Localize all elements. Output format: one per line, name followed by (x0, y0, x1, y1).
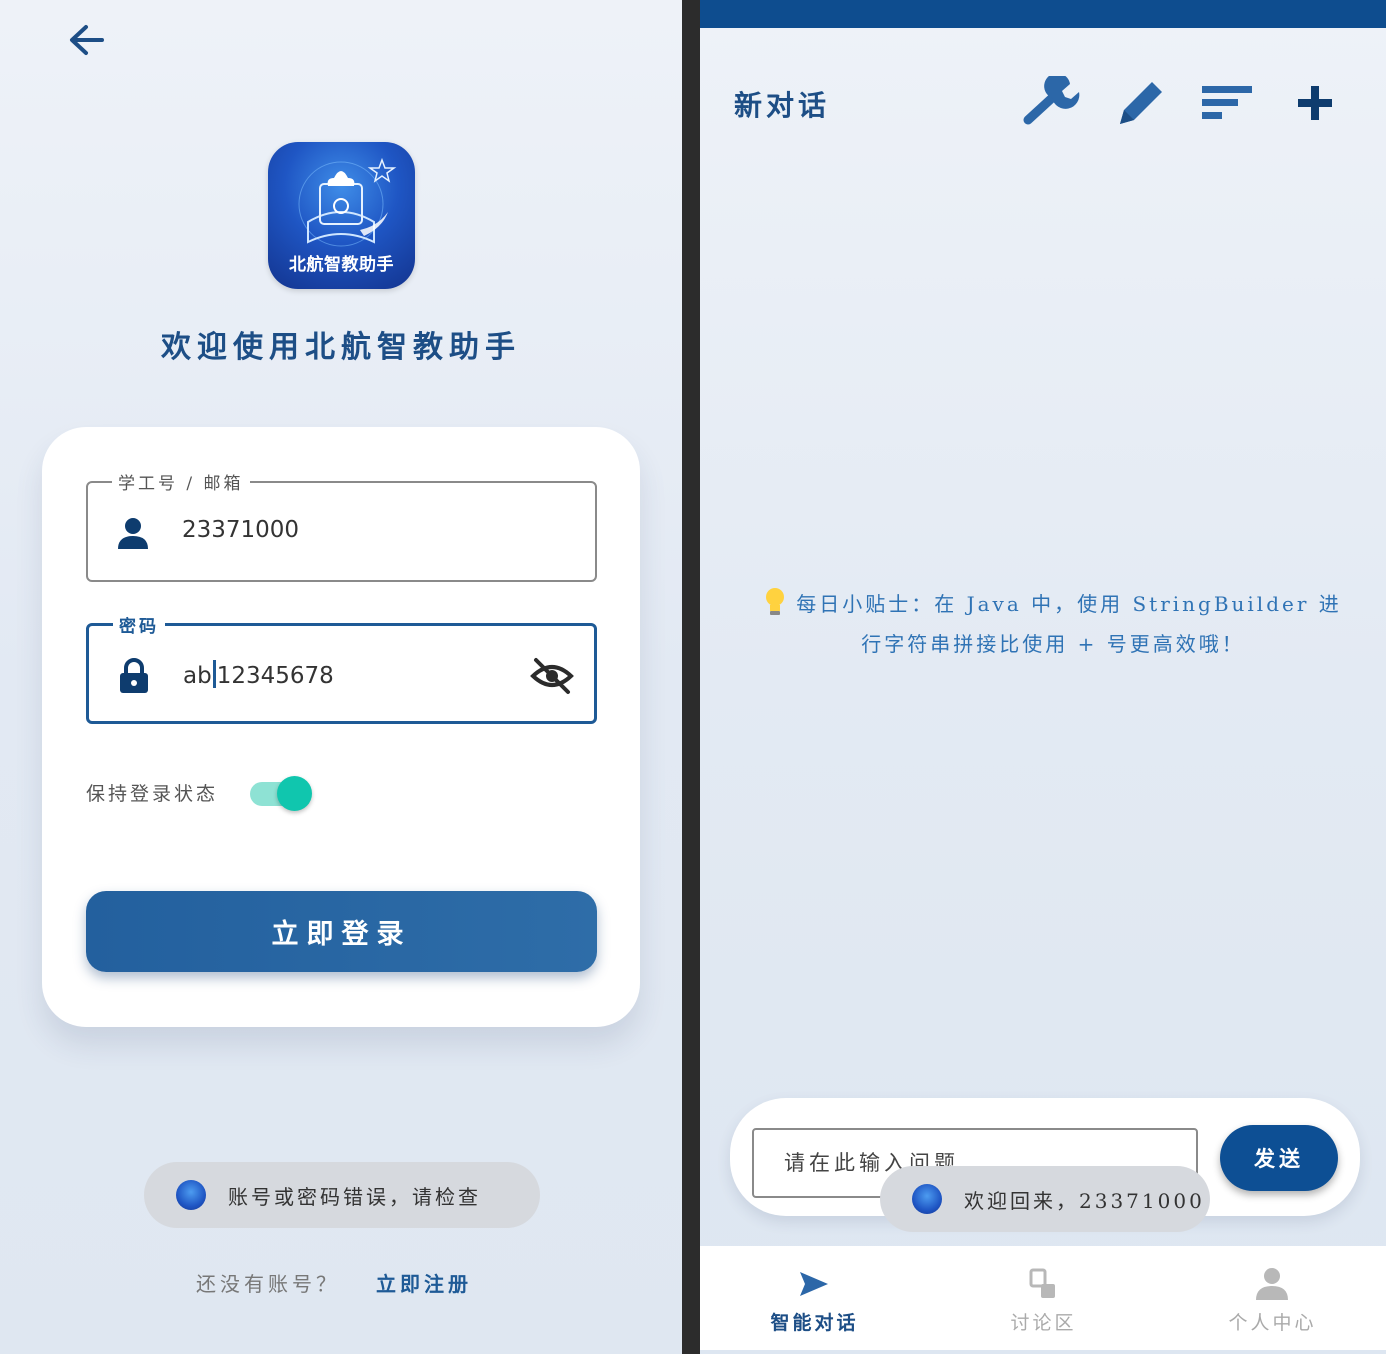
error-toast-text: 账号或密码错误，请检查 (228, 1184, 481, 1209)
nav-item-forum[interactable]: 讨论区 (929, 1246, 1158, 1350)
password-text-before: ab (183, 663, 212, 689)
remember-login-toggle[interactable] (250, 776, 312, 811)
username-field[interactable]: 学工号 / 邮箱 23371000 (86, 469, 597, 582)
nav-label: 智能对话 (770, 1312, 859, 1334)
register-link[interactable]: 立即注册 (376, 1268, 472, 1297)
back-arrow-icon[interactable] (66, 22, 106, 58)
person-icon (1256, 1268, 1288, 1300)
register-prompt: 还没有账号？ (196, 1272, 340, 1296)
remember-login-label: 保持登录状态 (86, 783, 219, 805)
chat-screen: 新对话 每日小贴士：在 Java 中，使用 StringBuilder 进 行字… (700, 0, 1386, 1354)
username-label: 学工号 / 邮箱 (112, 469, 250, 494)
sort-icon[interactable] (1198, 76, 1256, 130)
chat-title: 新对话 (734, 89, 831, 122)
password-field[interactable]: 密码 ab 12345678 (86, 612, 597, 724)
password-label: 密码 (113, 612, 165, 637)
lightbulb-icon (766, 588, 785, 615)
nav-item-profile[interactable]: 个人中心 (1158, 1246, 1386, 1350)
text-caret (212, 660, 216, 688)
toggle-thumb (277, 776, 312, 811)
plus-icon[interactable] (1286, 76, 1344, 130)
person-icon (118, 518, 148, 549)
daily-tip: 每日小贴士：在 Java 中，使用 StringBuilder 进 行字符串拼接… (760, 584, 1346, 664)
send-icon (800, 1272, 828, 1296)
eye-off-icon[interactable] (530, 656, 574, 696)
login-button[interactable]: 立即登录 (86, 891, 597, 972)
pencil-icon[interactable] (1110, 76, 1168, 130)
nav-item-smart-chat[interactable]: 智能对话 (700, 1246, 929, 1350)
send-button[interactable]: 发送 (1220, 1125, 1338, 1191)
forum-icon (1029, 1268, 1055, 1298)
username-value: 23371000 (182, 517, 300, 543)
wrench-icon[interactable] (1022, 76, 1080, 130)
tip-line-1: 每日小贴士：在 Java 中，使用 StringBuilder 进 (796, 592, 1342, 616)
password-value[interactable]: ab 12345678 (183, 660, 334, 689)
screen-divider (682, 0, 700, 1354)
welcome-toast: 欢迎回来，23371000 (880, 1166, 1210, 1232)
password-text-after: 12345678 (216, 663, 334, 689)
error-toast: 账号或密码错误，请检查 (144, 1162, 540, 1228)
nav-label: 个人中心 (1228, 1312, 1317, 1334)
bottom-navigation: 智能对话 讨论区 个人中心 (700, 1246, 1386, 1350)
lock-icon (120, 658, 148, 693)
nav-label: 讨论区 (1010, 1312, 1077, 1334)
app-logo: 北航智教助手 (268, 142, 415, 289)
app-icon (176, 1180, 206, 1210)
app-icon (912, 1184, 942, 1214)
welcome-title: 欢迎使用北航智教助手 (161, 330, 521, 365)
welcome-toast-text: 欢迎回来，23371000 (964, 1188, 1205, 1213)
status-bar (700, 0, 1386, 28)
login-screen: 北航智教助手 欢迎使用北航智教助手 学工号 / 邮箱 23371000 密码 a… (0, 0, 682, 1354)
tip-line-2: 行字符串拼接比使用 + 号更高效哦！ (861, 632, 1245, 656)
logo-text: 北航智教助手 (289, 255, 394, 275)
